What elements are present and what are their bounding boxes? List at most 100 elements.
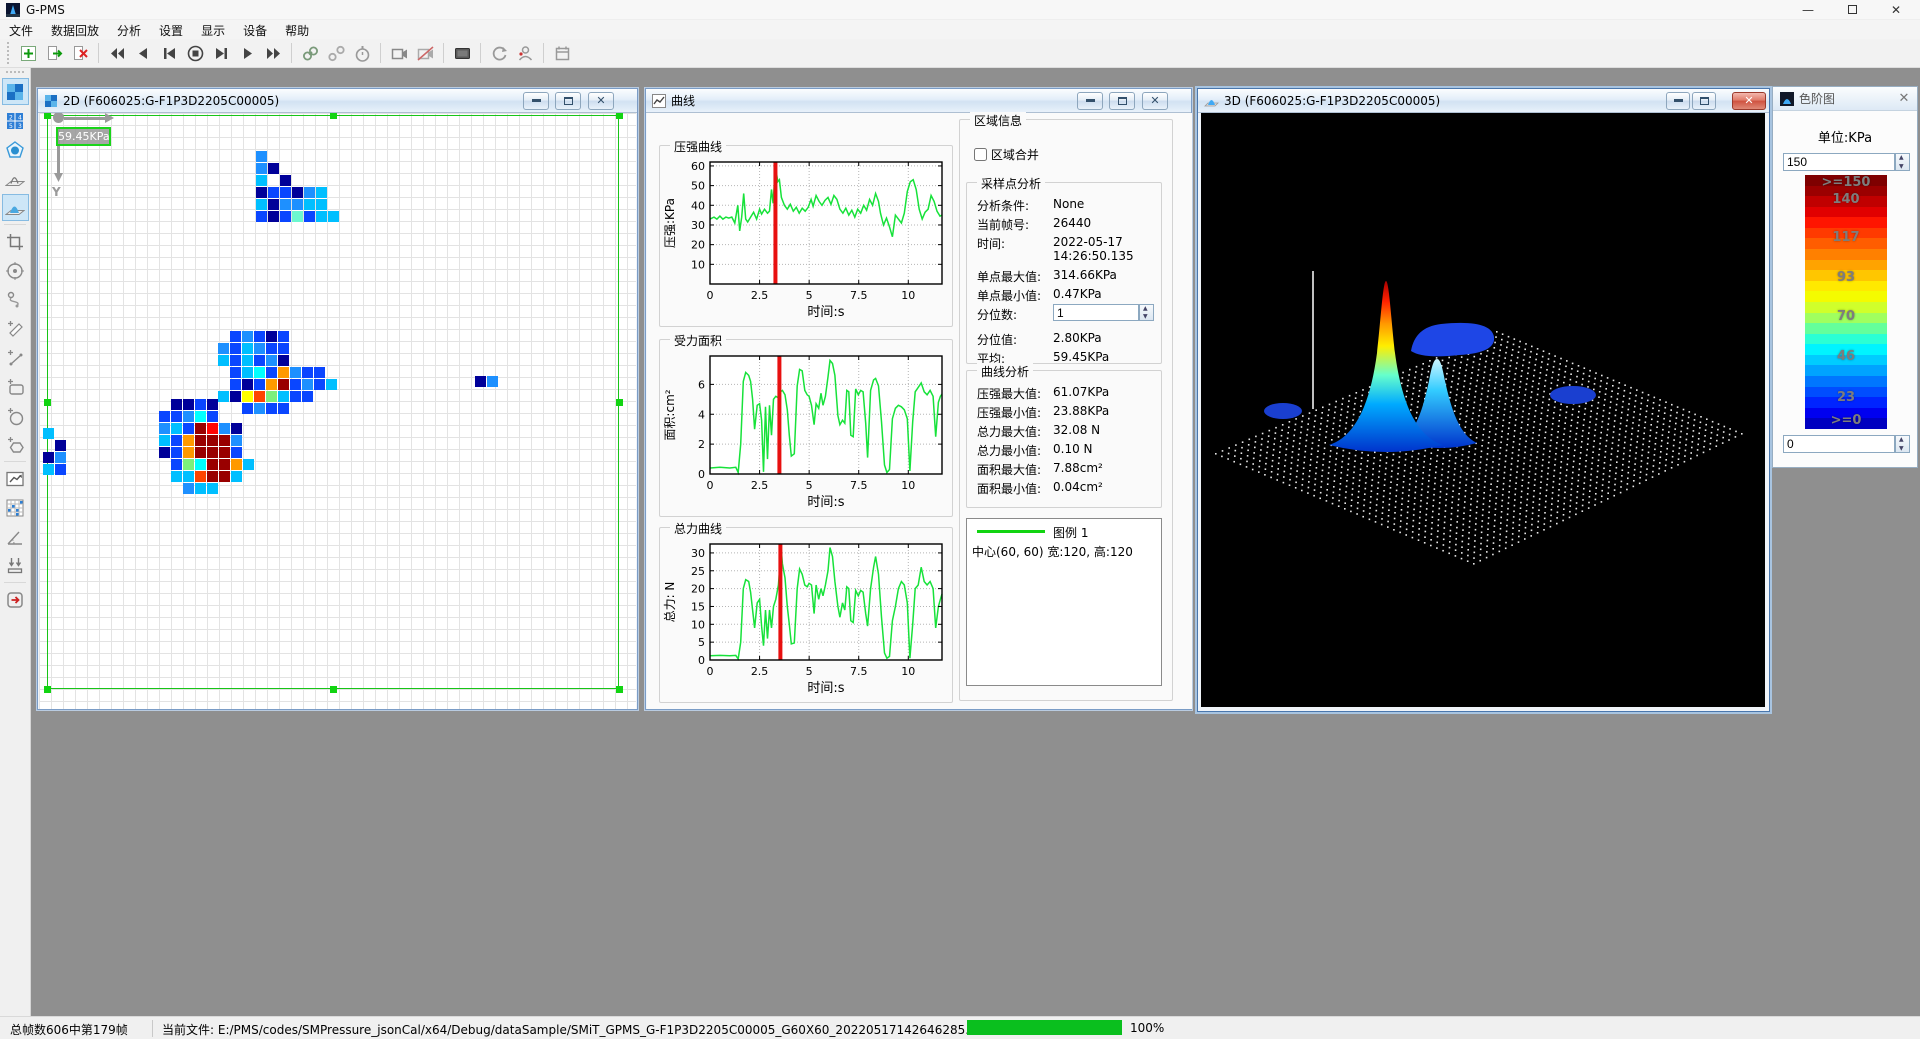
- skip-start-icon[interactable]: [157, 41, 181, 65]
- sidebar-item-view-3d[interactable]: [2, 194, 29, 221]
- unlink-icon[interactable]: [324, 41, 348, 65]
- menu-item-device[interactable]: 设备: [234, 20, 276, 41]
- selection-rectangle[interactable]: [47, 115, 619, 689]
- sidebar-item-draw-line[interactable]: [2, 344, 29, 371]
- heatmap-cell: [254, 403, 265, 414]
- sidebar-item-grid-points[interactable]: [2, 494, 29, 521]
- export-icon[interactable]: [42, 41, 66, 65]
- sidebar-item-target-tool[interactable]: [2, 257, 29, 284]
- area-curve-chart[interactable]: 02.557.5100246时间:s面积:cm²: [662, 348, 950, 515]
- 2d-maximize-button[interactable]: [555, 92, 581, 110]
- svg-text:0: 0: [707, 665, 714, 678]
- selection-handle[interactable]: [44, 399, 51, 406]
- 2d-minimize-button[interactable]: [523, 92, 549, 110]
- heatmap-cell: [171, 423, 182, 434]
- selection-handle[interactable]: [616, 686, 623, 693]
- fast-backward-icon[interactable]: [105, 41, 129, 65]
- menu-item-file[interactable]: 文件: [0, 20, 42, 41]
- selection-handle[interactable]: [330, 113, 337, 119]
- selection-handle[interactable]: [616, 113, 623, 119]
- colormap-max-spinner[interactable]: [1895, 153, 1910, 171]
- sidebar-item-chart-tool[interactable]: [2, 465, 29, 492]
- step-backward-icon[interactable]: [131, 41, 155, 65]
- sidebar-item-draw-circle[interactable]: [2, 402, 29, 429]
- user-icon[interactable]: [513, 41, 537, 65]
- heatmap-cell: [242, 379, 253, 390]
- quantile-count-spinner[interactable]: [1139, 304, 1154, 321]
- 3d-minimize-button[interactable]: [1666, 92, 1690, 110]
- menu-item-analysis[interactable]: 分析: [108, 20, 150, 41]
- quantile-count-input[interactable]: [1053, 304, 1139, 321]
- heatmap-cell: [207, 447, 218, 458]
- stop-video-icon[interactable]: [413, 41, 437, 65]
- window-maximize-button[interactable]: [1832, 0, 1872, 20]
- heatmap-cell: [268, 163, 279, 174]
- stop-icon[interactable]: [183, 41, 207, 65]
- sidebar-item-matrix-values[interactable]: 2453: [2, 107, 29, 134]
- selection-handle[interactable]: [330, 686, 337, 693]
- display-screen-icon[interactable]: [450, 41, 474, 65]
- curves-close-button[interactable]: ✕: [1142, 92, 1168, 110]
- sidebar-item-draw-hexagon[interactable]: [2, 431, 29, 458]
- record-video-icon[interactable]: [387, 41, 411, 65]
- window-curves-titlebar[interactable]: 曲线 ✕: [646, 89, 1191, 113]
- svg-text:20: 20: [691, 239, 705, 252]
- window-2d-titlebar[interactable]: 2D (F606025:G-F1P3D2205C00005) ✕: [38, 89, 637, 113]
- svg-text:6: 6: [698, 378, 705, 391]
- menu-item-display[interactable]: 显示: [192, 20, 234, 41]
- menu-item-data-playback[interactable]: 数据回放: [42, 20, 108, 41]
- refresh-icon[interactable]: [487, 41, 511, 65]
- colormap-min-spinner[interactable]: [1895, 435, 1910, 453]
- heatmap-cell: [290, 379, 301, 390]
- region-merge-checkbox[interactable]: [974, 148, 987, 161]
- selection-handle[interactable]: [616, 399, 623, 406]
- window-3d-titlebar[interactable]: 3D (F606025:G-F1P3D2205C00005) ✕: [1198, 89, 1769, 113]
- sidebar-item-peak-outline[interactable]: [2, 165, 29, 192]
- link-icon[interactable]: [298, 41, 322, 65]
- delete-icon[interactable]: [68, 41, 92, 65]
- field-label: 分位数:: [977, 306, 1017, 323]
- sidebar-item-view-2d[interactable]: [2, 78, 29, 105]
- window-close-button[interactable]: ✕: [1876, 0, 1916, 20]
- status-bar: 总帧数606中第179帧 当前文件: E:/PMS/codes/SMPressu…: [0, 1016, 1920, 1039]
- play-icon[interactable]: [235, 41, 259, 65]
- sidebar-item-angle-tool[interactable]: [2, 523, 29, 550]
- fast-forward-icon[interactable]: [261, 41, 285, 65]
- colormap-min-input[interactable]: [1783, 435, 1895, 453]
- sidebar-item-press-tool[interactable]: [2, 552, 29, 579]
- 3d-maximize-button[interactable]: [1692, 92, 1716, 110]
- selection-handle[interactable]: [44, 113, 51, 119]
- pressure-map-2d[interactable]: Y 59.45KPa: [39, 113, 636, 709]
- colormap-titlebar[interactable]: 色阶图 ✕: [1773, 87, 1917, 111]
- calendar-icon[interactable]: [550, 41, 574, 65]
- window-minimize-button[interactable]: —: [1788, 0, 1828, 20]
- sidebar-item-exit-tool[interactable]: [2, 586, 29, 613]
- selection-handle[interactable]: [44, 686, 51, 693]
- menu-item-help[interactable]: 帮助: [276, 20, 318, 41]
- 2d-close-button[interactable]: ✕: [588, 92, 614, 110]
- 3d-close-button[interactable]: ✕: [1732, 92, 1766, 110]
- curves-client-area: 压强曲线 02.557.510102030405060时间:s压强:KPa 受力…: [647, 113, 1192, 709]
- sidebar-item-draw-rect[interactable]: [2, 373, 29, 400]
- sidebar-item-crop-tool[interactable]: [2, 228, 29, 255]
- curves-minimize-button[interactable]: [1077, 92, 1103, 110]
- skip-end-icon[interactable]: [209, 41, 233, 65]
- heatmap-cell: [242, 391, 253, 402]
- add-icon[interactable]: [16, 41, 40, 65]
- surface-plot-3d[interactable]: [1201, 113, 1765, 707]
- curves-maximize-button[interactable]: [1109, 92, 1135, 110]
- heatmap-cell: [242, 355, 253, 366]
- force-curve-chart[interactable]: 02.557.510051015202530时间:s总力: N: [662, 536, 950, 701]
- sidebar-item-draw-pencil[interactable]: [2, 315, 29, 342]
- heatmap-cell: [195, 399, 206, 410]
- pressure-curve-chart[interactable]: 02.557.510102030405060时间:s压强:KPa: [662, 154, 950, 325]
- colormap-max-input[interactable]: [1783, 153, 1895, 171]
- field-value: 23.88KPa: [1053, 404, 1109, 418]
- menu-item-settings[interactable]: 设置: [150, 20, 192, 41]
- heatmap-cell: [195, 423, 206, 434]
- toolbar-separator: [543, 43, 544, 63]
- sidebar-item-route-tool[interactable]: [2, 286, 29, 313]
- sidebar-item-region-shape[interactable]: [2, 136, 29, 163]
- timer-icon[interactable]: [350, 41, 374, 65]
- colormap-close-button[interactable]: ✕: [1896, 91, 1912, 107]
